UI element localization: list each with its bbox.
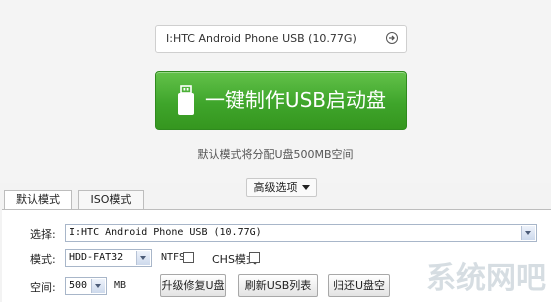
restore-usb-space-button[interactable]: 归还U盘空间: [328, 274, 390, 297]
make-usb-boot-button[interactable]: 一键制作USB启动盘: [155, 71, 407, 130]
device-combo-value: I:HTC Android Phone USB (10.77G): [69, 227, 262, 238]
dropdown-arrow-icon[interactable]: [136, 251, 150, 265]
mode-combo[interactable]: HDD-FAT32: [65, 249, 152, 267]
tab-default-mode[interactable]: 默认模式: [4, 190, 72, 210]
make-usb-boot-label: 一键制作USB启动盘: [204, 88, 386, 112]
space-combo[interactable]: 500: [65, 277, 107, 295]
mode-hint-text: 默认模式将分配U盘500MB空间: [197, 148, 354, 161]
advanced-options-label: 高级选项: [253, 181, 298, 194]
usb-drive-icon: [178, 85, 194, 115]
dropdown-arrow-icon[interactable]: [91, 279, 105, 293]
watermark-logo: 系统网吧: [426, 261, 546, 295]
upgrade-repair-usb-button[interactable]: 升级修复U盘: [160, 274, 226, 297]
ntfs-label: NTFS: [161, 252, 186, 263]
mode-combo-value: HDD-FAT32: [69, 252, 124, 263]
refresh-usb-list-button[interactable]: 刷新USB列表: [238, 274, 318, 297]
space-label: 空间:: [30, 281, 56, 294]
top-area: I:HTC Android Phone USB (10.77G) 一键制作USB…: [0, 0, 551, 183]
tab-iso-mode[interactable]: ISO模式: [78, 190, 144, 209]
chs-checkbox[interactable]: [249, 252, 260, 263]
select-label: 选择:: [30, 228, 56, 241]
chevron-down-icon: [301, 185, 310, 190]
space-combo-value: 500: [69, 280, 88, 291]
mode-label: 模式:: [30, 253, 56, 266]
device-select-value: I:HTC Android Phone USB (10.77G): [166, 32, 357, 45]
device-select[interactable]: I:HTC Android Phone USB (10.77G): [155, 25, 407, 53]
dropdown-arrow-icon[interactable]: [521, 226, 535, 240]
advanced-options-toggle[interactable]: 高级选项: [246, 178, 317, 197]
ntfs-checkbox[interactable]: [183, 252, 194, 263]
watermark-text: 系统网吧: [426, 261, 546, 295]
space-unit: MB: [114, 280, 127, 291]
arrow-circle-right-icon[interactable]: [386, 32, 398, 44]
